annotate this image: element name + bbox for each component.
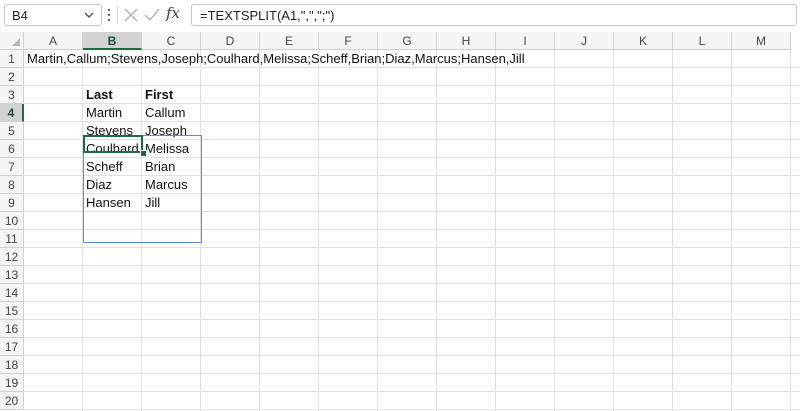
name-box-value: B4: [12, 8, 28, 23]
column-header-f[interactable]: F: [319, 32, 378, 50]
row-header-16[interactable]: 16: [0, 320, 24, 338]
row-header-10[interactable]: 10: [0, 212, 24, 230]
column-header-j[interactable]: J: [555, 32, 614, 50]
cell-c7[interactable]: Brian: [145, 158, 175, 176]
row-header-8[interactable]: 8: [0, 176, 24, 194]
cancel-icon[interactable]: [122, 6, 140, 24]
formula-text: =TEXTSPLIT(A1,",",";"): [200, 8, 335, 23]
row-header-1[interactable]: 1: [0, 50, 24, 68]
row-header-7[interactable]: 7: [0, 158, 24, 176]
row-header-2[interactable]: 2: [0, 68, 24, 86]
column-header-i[interactable]: I: [496, 32, 555, 50]
select-all-button[interactable]: [0, 32, 24, 50]
column-header-m[interactable]: M: [732, 32, 791, 50]
formula-bar: B4 fx =TEXTSPLIT(A1,",",";"): [0, 0, 800, 32]
function-icon[interactable]: fx: [166, 4, 180, 22]
row-header-12[interactable]: 12: [0, 248, 24, 266]
formula-bar-separator: [117, 6, 118, 24]
more-dots-icon[interactable]: [106, 6, 112, 24]
row-header-6[interactable]: 6: [0, 140, 24, 158]
chevron-down-icon[interactable]: [83, 9, 95, 21]
cell-b7[interactable]: Scheff: [86, 158, 123, 176]
column-header-k[interactable]: K: [614, 32, 673, 50]
cell-c3[interactable]: First: [145, 86, 173, 104]
row-header-17[interactable]: 17: [0, 338, 24, 356]
row-header-20[interactable]: 20: [0, 392, 24, 410]
cell-c6[interactable]: Melissa: [145, 140, 189, 158]
cell-c4[interactable]: Callum: [145, 104, 185, 122]
cell-b4[interactable]: Martin: [86, 104, 122, 122]
column-header-h[interactable]: H: [437, 32, 496, 50]
column-header-d[interactable]: D: [201, 32, 260, 50]
row-header-5[interactable]: 5: [0, 122, 24, 140]
row-header-18[interactable]: 18: [0, 356, 24, 374]
worksheet-grid: ABCDEFGHIJKLM 1 2 3 4 5 6 7 8 9 10 11 12 13 14 15 16 17 1…: [0, 32, 800, 411]
row-header-11[interactable]: 11: [0, 230, 24, 248]
enter-check-icon[interactable]: [143, 6, 161, 24]
row-header-4[interactable]: 4: [0, 104, 24, 122]
fill-handle[interactable]: [140, 150, 147, 157]
column-header-a[interactable]: A: [24, 32, 83, 50]
cell-a1[interactable]: Martin,Callum;Stevens,Joseph;Coulhard,Me…: [27, 50, 525, 68]
row-header-19[interactable]: 19: [0, 374, 24, 392]
active-cell-border: [83, 135, 143, 153]
row-header-14[interactable]: 14: [0, 284, 24, 302]
cell-area[interactable]: Martin,Callum;Stevens,Joseph;Coulhard,Me…: [24, 50, 800, 411]
cell-c9[interactable]: Jill: [145, 194, 160, 212]
cell-c8[interactable]: Marcus: [145, 176, 188, 194]
row-header-9[interactable]: 9: [0, 194, 24, 212]
row-header-15[interactable]: 15: [0, 302, 24, 320]
row-header-13[interactable]: 13: [0, 266, 24, 284]
select-all-triangle-icon: [12, 38, 20, 46]
row-header-3[interactable]: 3: [0, 86, 24, 104]
name-box[interactable]: B4: [4, 4, 102, 26]
cell-b3[interactable]: Last: [86, 86, 113, 104]
column-header-c[interactable]: C: [142, 32, 201, 50]
column-header-g[interactable]: G: [378, 32, 437, 50]
column-header-l[interactable]: L: [673, 32, 732, 50]
formula-input[interactable]: =TEXTSPLIT(A1,",",";"): [191, 4, 797, 26]
cell-b9[interactable]: Hansen: [86, 194, 131, 212]
cell-c5[interactable]: Joseph: [145, 122, 187, 140]
column-header-b[interactable]: B: [83, 32, 142, 50]
cell-b8[interactable]: Diaz: [86, 176, 112, 194]
column-header-e[interactable]: E: [260, 32, 319, 50]
